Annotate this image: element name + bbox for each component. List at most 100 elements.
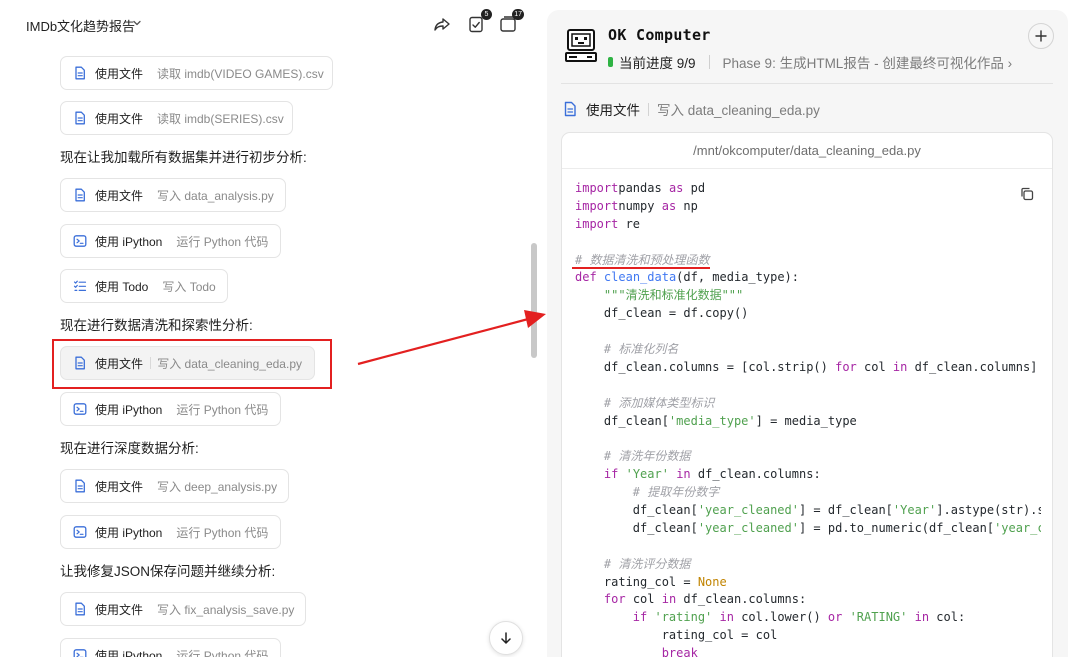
progress-row[interactable]: 当前进度 9/9 Phase 9: 生成HTML报告 - 创建最终可视化作品 ›	[608, 52, 1012, 72]
chevron-down-icon[interactable]	[131, 17, 143, 29]
code-token: df_clean[	[575, 520, 698, 535]
tool-detail: 写入 data_analysis.py	[157, 188, 274, 203]
code-token: # 添加媒体类型标识	[603, 395, 715, 410]
terminal-icon	[73, 402, 87, 416]
code-line: # 清洗年份数据	[575, 448, 1041, 466]
terminal-icon	[73, 525, 87, 539]
code-token: in	[892, 359, 908, 374]
code-line: # 提取年份数字	[575, 484, 1041, 502]
code-token: col.lower()	[733, 610, 828, 625]
tool-detail: 写入 deep_analysis.py	[157, 479, 278, 494]
tool-detail: 运行 Python 代码	[176, 648, 269, 657]
tool-call-card[interactable]: 使用文件 写入 data_analysis.py	[60, 178, 286, 212]
code-token: df_clean[	[575, 503, 698, 518]
add-button[interactable]	[1028, 23, 1054, 49]
code-line: break	[575, 645, 1041, 657]
top-bar: IMDb文化趋势报告 5 17	[0, 0, 548, 50]
status-dot-icon	[608, 57, 613, 67]
tool-action: 使用 iPython	[95, 402, 163, 417]
code-token: rating_col = col	[575, 628, 778, 643]
tool-call-card[interactable]: 使用 iPython 运行 Python 代码	[60, 515, 281, 549]
code-token: import	[575, 198, 619, 213]
code-line: importnumpy as np	[575, 198, 1041, 216]
tool-call-card[interactable]: 使用文件 写入 fix_analysis_save.py	[60, 592, 306, 626]
code-content[interactable]: importpandas as pd importnumpy as np impor…	[575, 180, 1041, 657]
scroll-to-bottom-button[interactable]	[489, 621, 523, 655]
windows-icon[interactable]: 17	[498, 9, 524, 34]
code-token: ].astype(str).s	[936, 503, 1041, 518]
file-icon	[73, 479, 87, 493]
tool-action: 使用文件	[95, 66, 144, 81]
code-viewer: /mnt/okcomputer/data_cleaning_eda.py imp…	[561, 132, 1053, 657]
tool-detail: 运行 Python 代码	[176, 234, 269, 249]
tool-action: 使用 iPython	[95, 648, 163, 657]
code-line: def clean_data(df, media_type):	[575, 269, 1041, 287]
project-title[interactable]: IMDb文化趋势报告	[26, 16, 135, 35]
terminal-icon	[73, 234, 87, 248]
arrow-down-icon	[501, 632, 511, 644]
code-token: in	[914, 610, 930, 625]
code-token: re	[618, 216, 641, 231]
code-token: # 标准化列名	[603, 342, 679, 357]
code-line: df_clean['media_type'] = media_type	[575, 413, 1041, 431]
assistant-message: 现在进行数据清洗和探索性分析:	[60, 318, 253, 333]
phase-text[interactable]: Phase 9: 生成HTML报告 - 创建最终可视化作品 ›	[723, 52, 1013, 72]
code-token: 'year_cleaned'	[697, 520, 799, 535]
tool-call-card[interactable]: 使用文件 写入 deep_analysis.py	[60, 469, 289, 503]
assistant-message: 让我修复JSON保存问题并继续分析:	[60, 564, 276, 579]
plus-icon	[1035, 30, 1047, 42]
tool-call-card[interactable]: 使用 iPython 运行 Python 代码	[60, 638, 281, 657]
tool-call-card[interactable]: 使用 iPython 运行 Python 代码	[60, 224, 281, 258]
code-token: # 数据清洗和预处理函数	[575, 252, 710, 267]
code-line: """清洗和标准化数据"""	[575, 287, 1041, 305]
code-token: df_clean[	[575, 413, 669, 428]
code-token: 'media_type'	[668, 413, 756, 428]
code-line: df_clean = df.copy()	[575, 305, 1041, 323]
code-line: importpandas as pd	[575, 180, 1041, 198]
tool-detail: 写入 Todo	[162, 279, 216, 294]
tool-call-card[interactable]: 使用文件 读取 imdb(SERIES).csv	[60, 101, 293, 135]
divider	[708, 55, 710, 69]
tool-call-card[interactable]: 使用 iPython 运行 Python 代码	[60, 392, 281, 426]
share-icon[interactable]	[432, 14, 452, 34]
code-token: def	[575, 270, 597, 285]
code-token: # 提取年份数字	[632, 485, 720, 500]
code-line: # 添加媒体类型标识	[575, 395, 1041, 413]
code-token: import	[575, 181, 619, 195]
windows-badge: 17	[512, 9, 524, 20]
file-detail: 写入 data_cleaning_eda.py	[657, 103, 820, 118]
comment-underline	[572, 267, 710, 269]
file-icon	[73, 188, 87, 202]
tool-action: 使用 Todo	[95, 279, 149, 294]
code-token: 'Year'	[892, 503, 937, 518]
file-icon	[73, 602, 87, 616]
code-token: pandas	[618, 181, 669, 195]
file-icon	[73, 66, 87, 80]
computer-title: OK Computer	[608, 26, 711, 44]
file-operation-header: 使用文件 写入 data_cleaning_eda.py	[562, 99, 820, 119]
code-token: 'year_cleaned'	[697, 503, 799, 518]
tool-detail: 写入 fix_analysis_save.py	[157, 602, 295, 617]
code-token: 'year_c	[994, 520, 1041, 535]
tool-action: 使用 iPython	[95, 525, 163, 540]
tool-action: 使用文件	[95, 188, 144, 203]
tool-call-card[interactable]: 使用文件 读取 imdb(VIDEO GAMES).csv	[60, 56, 333, 90]
tasks-icon[interactable]: 5	[466, 9, 492, 34]
file-action: 使用文件	[586, 103, 640, 118]
code-token: ] = pd.to_numeric(df_clean[	[798, 520, 995, 535]
code-token: as	[668, 181, 684, 195]
scrollbar-thumb[interactable]	[531, 243, 537, 358]
code-token: 'Year'	[625, 467, 669, 482]
tool-call-card[interactable]: 使用 Todo 写入 Todo	[60, 269, 228, 303]
code-token: 'RATING'	[849, 610, 908, 625]
tool-detail: 运行 Python 代码	[176, 402, 269, 417]
